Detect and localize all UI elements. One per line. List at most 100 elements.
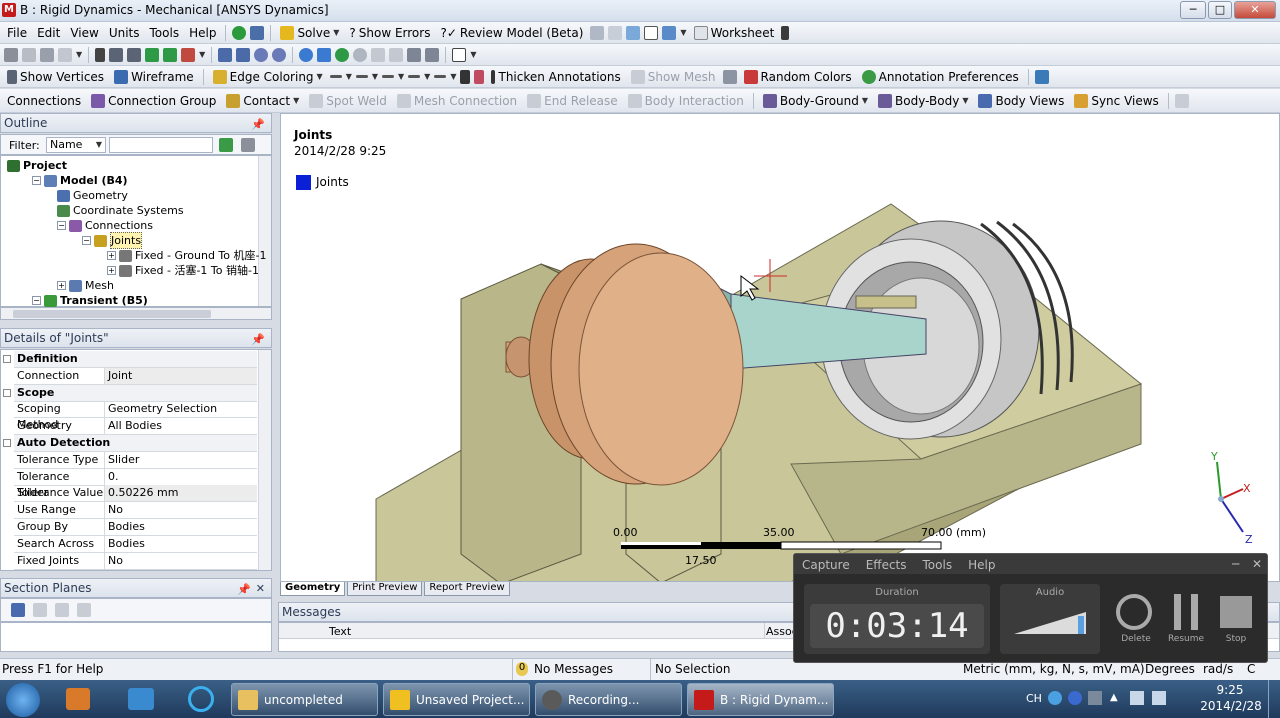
zoom-box-icon[interactable]	[272, 47, 287, 62]
details-row[interactable]: Tolerance Slider 0.	[14, 468, 257, 499]
annotation-preferences-button[interactable]: Annotation Preferences	[859, 67, 1022, 87]
menu-units[interactable]: Units	[106, 23, 143, 43]
show-section-icon[interactable]	[77, 603, 91, 617]
taskbar-item-recording[interactable]: Recording...	[535, 683, 682, 716]
start-button[interactable]	[6, 683, 40, 717]
maximize-button[interactable]: □	[1208, 1, 1232, 19]
previous-view-icon[interactable]	[371, 47, 386, 62]
property-value[interactable]: No	[105, 553, 257, 569]
chevron-down-icon[interactable]: ▼	[470, 50, 476, 59]
chevron-down-icon[interactable]: ▼	[372, 72, 378, 81]
tree-item[interactable]: Coordinate Systems	[57, 203, 184, 218]
temp-status[interactable]: C	[1247, 662, 1255, 676]
audio-level[interactable]	[1014, 610, 1088, 640]
property-value[interactable]: Bodies	[105, 519, 257, 535]
contact-button[interactable]: Contact ▼	[223, 91, 302, 111]
units-status[interactable]: Metric (mm, kg, N, s, mV, mA)	[963, 662, 1145, 676]
media-player-icon[interactable]	[66, 688, 90, 710]
property-value[interactable]: Slider	[105, 452, 257, 468]
close-button[interactable]: ✕	[1234, 1, 1276, 19]
explode-icon[interactable]	[722, 69, 737, 84]
minimize-button[interactable]: ─	[1180, 1, 1206, 19]
show-errors-button[interactable]: ? Show Errors	[346, 23, 433, 43]
edge-coloring-button[interactable]: Edge Coloring ▼	[210, 67, 326, 87]
vertex-select-icon[interactable]	[109, 47, 124, 62]
new-section-icon[interactable]	[11, 603, 25, 617]
box-select-icon[interactable]	[58, 47, 72, 62]
property-value[interactable]: Bodies	[105, 536, 257, 552]
volume-icon[interactable]	[1152, 691, 1166, 705]
thicken-annotations-button[interactable]: Thicken Annotations	[488, 67, 623, 87]
select-mode-icon[interactable]	[22, 47, 36, 62]
clock-date[interactable]: 2014/2/28	[1198, 699, 1264, 713]
recorder-menu-tools[interactable]: Tools	[923, 558, 953, 572]
recorder-menu-help[interactable]: Help	[968, 558, 995, 572]
taskbar-item-uncompleted[interactable]: uncompleted	[231, 683, 378, 716]
rotate-icon[interactable]	[218, 47, 233, 62]
property-value[interactable]: 0.50226 mm	[105, 485, 257, 502]
zoom-out-icon[interactable]	[353, 47, 368, 62]
tree-item[interactable]: + Mesh	[57, 278, 114, 293]
mesh-connection-button[interactable]: Mesh Connection	[394, 91, 520, 111]
show-vertices-button[interactable]: Show Vertices	[4, 67, 107, 87]
details-row[interactable]: Geometry All Bodies	[14, 418, 257, 436]
tab-report-preview[interactable]: Report Preview	[424, 582, 510, 596]
expand-icon[interactable]: +	[107, 251, 116, 260]
details-scrollbar[interactable]	[258, 350, 271, 570]
tree-hscrollbar[interactable]	[0, 307, 272, 320]
messages-status[interactable]: No Messages	[534, 662, 613, 676]
random-colors-button[interactable]: Random Colors	[741, 67, 855, 87]
collapse-icon[interactable]	[3, 355, 11, 363]
tree-scrollbar[interactable]	[258, 156, 271, 306]
next-view-icon[interactable]	[389, 47, 404, 62]
body-ground-button[interactable]: Body-Ground ▼	[760, 91, 871, 111]
edit-section-icon[interactable]	[33, 603, 47, 617]
chevron-down-icon[interactable]: ▼	[76, 50, 82, 59]
ime-icon[interactable]	[1048, 691, 1062, 705]
property-value[interactable]: 0.	[105, 469, 257, 485]
body-body-button[interactable]: Body-Body ▼	[875, 91, 971, 111]
language-indicator[interactable]: CH	[1026, 692, 1042, 705]
details-row[interactable]: Scoping Method Geometry Selection	[14, 401, 257, 431]
delete-section-icon[interactable]	[55, 603, 69, 617]
magnifier-icon[interactable]	[335, 47, 350, 62]
end-release-button[interactable]: End Release	[524, 91, 621, 111]
menu-view[interactable]: View	[67, 23, 101, 43]
expand-icon[interactable]: +	[57, 281, 66, 290]
taskbar-item-workbench[interactable]: Unsaved Project...	[383, 683, 530, 716]
edge-style-icon[interactable]	[382, 75, 395, 78]
zoom-fit-icon[interactable]	[299, 47, 314, 62]
tab-geometry[interactable]: Geometry	[280, 582, 346, 596]
recorder-menu-effects[interactable]: Effects	[866, 558, 907, 572]
edge-style-icon[interactable]	[434, 75, 447, 78]
solve-button[interactable]: Solve ▼	[277, 23, 342, 43]
edge-select-icon[interactable]	[127, 47, 142, 62]
cube-icon[interactable]	[1034, 69, 1049, 84]
zoom-icon[interactable]	[254, 47, 269, 62]
tree-item[interactable]: − Transient (B5)	[32, 293, 148, 308]
viewport-icon[interactable]	[452, 47, 467, 62]
report-icon[interactable]	[608, 25, 623, 40]
collapse-icon[interactable]	[3, 439, 11, 447]
label-icon[interactable]	[425, 47, 440, 62]
chevron-down-icon[interactable]: ▼	[424, 72, 430, 81]
wireframe-button[interactable]: Wireframe	[111, 67, 197, 87]
pin-select-icon[interactable]	[4, 47, 18, 62]
recorder-menu-capture[interactable]: Capture	[802, 558, 850, 572]
clear-filter-icon[interactable]	[241, 138, 255, 152]
chevron-down-icon[interactable]: ▼	[450, 72, 456, 81]
worksheet-button[interactable]: Worksheet	[691, 23, 778, 43]
menu-file[interactable]: File	[4, 23, 30, 43]
column-text[interactable]: Text	[329, 625, 351, 638]
chevron-down-icon[interactable]: ▼	[398, 72, 404, 81]
face-select-icon[interactable]	[145, 47, 160, 62]
review-model-button[interactable]: ?✓ Review Model (Beta)	[437, 23, 586, 43]
show-desktop-button[interactable]	[1268, 680, 1280, 718]
details-row[interactable]: Search Across Bodies	[14, 535, 257, 553]
width-icon[interactable]	[474, 69, 485, 84]
tree-item[interactable]: − Model (B4)	[32, 173, 128, 188]
stop-label[interactable]: Stop	[1216, 634, 1256, 644]
details-row[interactable]: Fixed Joints No	[14, 552, 257, 570]
show-hidden-icons-icon[interactable]: ▲	[1110, 692, 1118, 703]
details-row[interactable]: Tolerance Value 0.50226 mm	[14, 485, 257, 503]
